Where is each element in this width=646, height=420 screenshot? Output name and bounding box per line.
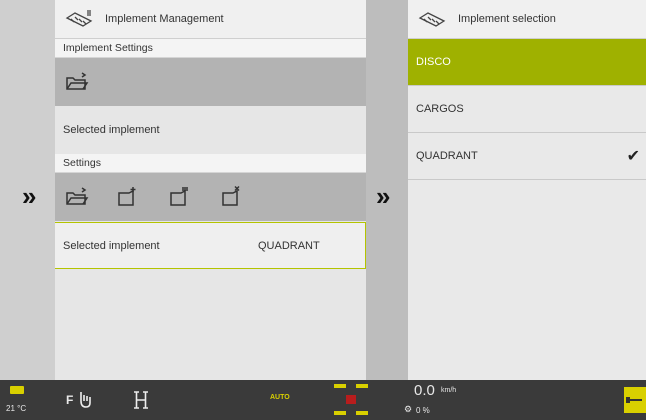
settings-label: Settings [55, 154, 366, 173]
implement-settings-band [55, 58, 366, 106]
implement-status-button[interactable] [624, 387, 646, 413]
speed-value: 0.0 [414, 382, 435, 399]
expand-right-chevron-icon[interactable]: » [376, 183, 390, 209]
implement-settings-folder-icon[interactable] [65, 72, 89, 92]
implement-icon [418, 12, 446, 27]
implement-selection-header: Implement selection [408, 0, 646, 39]
implement-selection-panel: Implement selection DISCO CARGOS QUADRAN… [408, 0, 646, 380]
temperature-readout: 21 °C [6, 404, 27, 413]
gear-indicator: F [66, 393, 74, 407]
slip-value: 0 % [416, 406, 430, 415]
mid-rail: » [366, 0, 408, 380]
implement-management-panel: Implement Management Implement Settings … [55, 0, 366, 380]
implement-icon [65, 10, 93, 27]
edit-implement-icon[interactable] [169, 185, 191, 207]
slip-icon: ⚙ [404, 404, 413, 414]
implement-option-disco[interactable]: DISCO [408, 39, 646, 86]
expand-left-chevron-icon[interactable]: » [22, 183, 36, 209]
auto-mode-indicator: AUTO [270, 394, 290, 401]
settings-band [55, 173, 366, 221]
hand-icon [80, 392, 91, 408]
hitch-status-icon [331, 384, 371, 416]
implement-option-quadrant[interactable]: QUADRANT ✔ [408, 133, 646, 180]
speed-unit: km/h [441, 387, 457, 394]
option-label: QUADRANT [416, 150, 478, 162]
selected-implement-label: Selected implement [63, 124, 160, 136]
implement-option-cargos[interactable]: CARGOS [408, 86, 646, 133]
axle-icon[interactable] [132, 389, 150, 411]
selected-implement-row-label: Selected implement [63, 239, 160, 252]
left-rail: » [0, 0, 56, 380]
option-label: DISCO [416, 56, 451, 68]
selected-implement-value-row[interactable]: Selected implement QUADRANT [55, 222, 366, 269]
add-implement-icon[interactable] [117, 185, 139, 207]
implement-management-header: Implement Management [55, 0, 366, 39]
implement-settings-label: Implement Settings [55, 39, 366, 58]
panel-title: Implement Management [105, 13, 224, 25]
implement-folder-icon[interactable] [65, 187, 89, 207]
selected-implement-value: QUADRANT [258, 239, 320, 252]
battery-icon [10, 386, 24, 394]
option-label: CARGOS [416, 103, 464, 115]
panel-title: Implement selection [458, 13, 556, 25]
status-bar: 21 °C F AUTO 0.0 km/h ⚙ 0 % [0, 380, 646, 420]
delete-implement-icon[interactable] [221, 185, 243, 207]
checkmark-icon: ✔ [626, 148, 640, 165]
selected-implement-row: Selected implement [55, 118, 366, 142]
